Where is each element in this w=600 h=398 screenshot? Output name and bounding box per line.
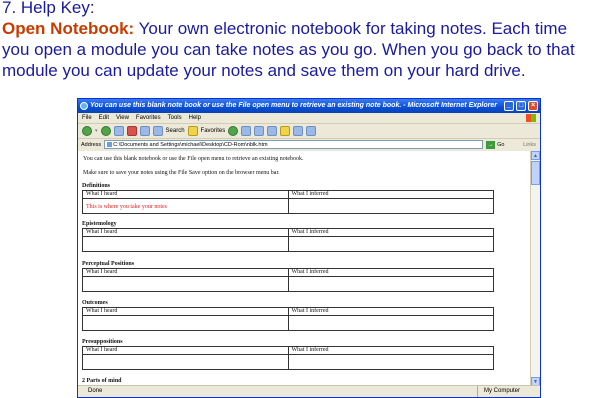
inferred-cell[interactable] (287, 354, 494, 370)
status-zone: My Computer (476, 386, 520, 397)
intro-text-2: Make sure to save your notes using the F… (83, 170, 280, 176)
inferred-cell[interactable] (287, 236, 494, 252)
links-label[interactable]: Links (523, 142, 536, 148)
col-heard: What I heard (82, 268, 289, 277)
forward-icon[interactable] (100, 126, 111, 136)
go-button[interactable]: → Go (486, 140, 520, 149)
status-bar: Done My Computer (78, 385, 540, 397)
inferred-cell[interactable] (287, 315, 494, 331)
heard-cell[interactable] (82, 315, 289, 331)
back-icon[interactable] (82, 126, 92, 136)
heard-cell[interactable] (82, 276, 289, 292)
address-bar: Address C:\Documents and Settings\michae… (78, 139, 540, 150)
section-title: Presuppositions (82, 339, 123, 345)
go-label: Go (497, 141, 505, 148)
address-label: Address (81, 141, 102, 148)
menu-help[interactable]: Help (189, 113, 201, 123)
title-bar[interactable]: You can use this blank note book or use … (78, 99, 540, 113)
minimize-button[interactable]: _ (504, 101, 514, 111)
menu-favorites[interactable]: Favorites (136, 113, 161, 123)
col-inferred: What I inferred (287, 228, 494, 237)
col-inferred: What I inferred (287, 268, 494, 277)
history-icon[interactable] (228, 126, 239, 136)
section-outcomes: Outcomes What I heard What I inferred (82, 300, 494, 331)
notes-table: What I heard What I inferred (82, 346, 494, 370)
section-definitions: Definitions What I heard What I inferred … (82, 183, 494, 214)
col-heard: What I heard (82, 228, 289, 237)
section-perceptual-positions: Perceptual Positions What I heard What I … (82, 261, 494, 292)
col-inferred: What I inferred (287, 190, 494, 199)
messenger-icon[interactable] (293, 126, 304, 136)
ie-icon (80, 102, 88, 110)
help-description: Open Notebook: Your own electronic noteb… (2, 18, 596, 81)
inferred-cell[interactable] (287, 198, 494, 214)
print-icon[interactable] (254, 126, 265, 136)
intro-text-1: You can use this blank notebook or use t… (83, 156, 304, 162)
scroll-thumb[interactable] (531, 161, 540, 185)
notes-table: What I heard What I inferred (82, 228, 494, 252)
col-heard: What I heard (82, 190, 289, 199)
maximize-button[interactable]: □ (516, 101, 526, 111)
toolbar: ▾ Search Favorites (78, 124, 540, 139)
col-heard: What I heard (82, 307, 289, 316)
search-label[interactable]: Search (166, 128, 185, 134)
research-icon[interactable] (306, 126, 317, 136)
scroll-up-icon[interactable]: ▲ (531, 151, 540, 160)
inferred-cell[interactable] (287, 276, 494, 292)
stop-icon[interactable] (113, 126, 124, 136)
home-icon[interactable] (139, 126, 150, 136)
section-epistemology: Epistemology What I heard What I inferred (82, 221, 494, 252)
notes-table: What I heard What I inferred (82, 268, 494, 292)
col-inferred: What I inferred (287, 346, 494, 355)
browser-window: You can use this blank note book or use … (77, 98, 541, 398)
menu-file[interactable]: File (82, 113, 92, 123)
refresh-icon[interactable] (126, 126, 137, 136)
heard-cell[interactable] (82, 354, 289, 370)
section-title: Outcomes (82, 300, 108, 306)
windows-logo-icon (526, 114, 536, 122)
col-heard: What I heard (82, 346, 289, 355)
notes-placeholder: This is where you take your notes (86, 204, 167, 210)
menu-view[interactable]: View (116, 113, 129, 123)
mail-icon[interactable] (241, 126, 252, 136)
menu-edit[interactable]: Edit (99, 113, 109, 123)
favorites-icon[interactable] (187, 126, 198, 136)
discuss-icon[interactable] (280, 126, 291, 136)
help-heading: 7. Help Key: (2, 0, 95, 17)
go-arrow-icon: → (486, 140, 496, 149)
search-icon[interactable] (152, 126, 163, 136)
section-title: Definitions (82, 183, 111, 189)
col-inferred: What I inferred (287, 307, 494, 316)
status-done: Done (88, 388, 103, 394)
section-title: Epistemology (82, 221, 117, 227)
section-title: Perceptual Positions (82, 261, 135, 267)
notes-table: What I heard What I inferred (82, 307, 494, 331)
section-presuppositions: Presuppositions What I heard What I infer… (82, 339, 494, 370)
vertical-scrollbar[interactable]: ▲ ▼ (530, 151, 540, 386)
section-2-parts-of-mind: 2 Parts of mind (82, 378, 494, 385)
address-input[interactable]: C:\Documents and Settings\michael\Deskto… (104, 140, 484, 149)
page-content: You can use this blank notebook or use t… (78, 151, 530, 386)
help-lead: Open Notebook: (2, 19, 135, 38)
menu-bar: File Edit View Favorites Tools Help (78, 113, 540, 124)
menu-tools[interactable]: Tools (168, 113, 182, 123)
window-title: You can use this blank note book or use … (90, 102, 497, 109)
edit-icon[interactable] (267, 126, 278, 136)
heard-cell[interactable] (82, 236, 289, 252)
heard-cell[interactable]: This is where you take your notes (82, 198, 289, 214)
close-button[interactable]: × (528, 101, 538, 111)
favorites-label[interactable]: Favorites (201, 128, 226, 134)
notes-table: What I heard What I inferred This is wher… (82, 190, 494, 214)
section-title: 2 Parts of mind (82, 378, 122, 384)
